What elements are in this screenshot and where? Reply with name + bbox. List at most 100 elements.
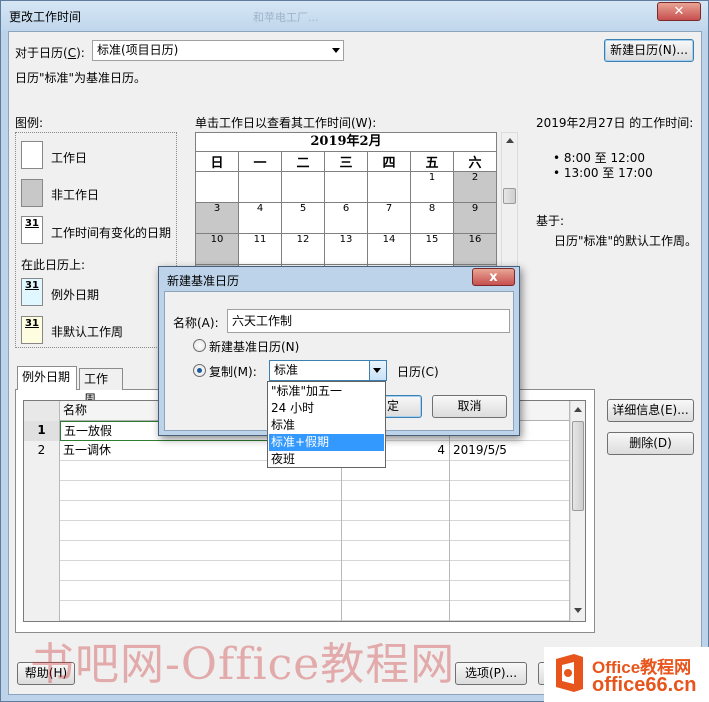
copy-calendar-select[interactable]: 标准 <box>269 360 387 381</box>
table-row[interactable] <box>24 561 570 581</box>
table-row[interactable] <box>24 541 570 561</box>
working-times-title: 2019年2月27日 的工作时间: <box>536 116 694 130</box>
cell-name[interactable] <box>60 561 342 581</box>
scrollbar-thumb[interactable] <box>572 421 584 511</box>
cell-start[interactable] <box>342 541 450 561</box>
cell-start[interactable] <box>342 601 450 621</box>
calendar-day[interactable]: 5 <box>281 202 325 234</box>
table-row[interactable] <box>24 601 570 621</box>
cell-start[interactable] <box>342 521 450 541</box>
cell-name[interactable] <box>60 501 342 521</box>
row-number[interactable] <box>24 461 60 481</box>
cell-finish[interactable] <box>450 581 570 601</box>
dialog-cancel-button[interactable]: 取消 <box>432 395 507 418</box>
table-row[interactable] <box>24 501 570 521</box>
row-number[interactable] <box>24 521 60 541</box>
tab-work-weeks[interactable]: 工作周 <box>79 368 123 406</box>
calendar-select[interactable]: 标准(项目日历) <box>92 40 344 61</box>
calendar-day[interactable]: 8 <box>410 202 454 234</box>
new-calendar-button[interactable]: 新建日历(N)... <box>604 39 694 62</box>
options-button[interactable]: 选项(P)... <box>455 662 527 685</box>
window-title: 更改工作时间 <box>9 10 82 24</box>
calendar-day[interactable]: 4 <box>238 202 282 234</box>
tab-exceptions[interactable]: 例外日期 <box>17 366 77 390</box>
cell-name[interactable] <box>60 541 342 561</box>
calendar-day[interactable]: 12 <box>281 233 325 265</box>
calendar-day[interactable]: 6 <box>324 202 368 234</box>
calendar-day[interactable]: 13 <box>324 233 368 265</box>
cell-finish[interactable] <box>450 461 570 481</box>
cell-name[interactable] <box>60 601 342 621</box>
dropdown-option[interactable]: 标准 <box>269 417 384 434</box>
copy-calendar-options[interactable]: "标准"加五一 24 小时 标准 标准+假期 夜班 <box>267 381 386 468</box>
legend-swatch-exception: 31 <box>21 278 43 306</box>
cell-start[interactable] <box>342 561 450 581</box>
row-number[interactable] <box>24 481 60 501</box>
legend-swatch-working <box>21 141 43 169</box>
row-number[interactable] <box>24 541 60 561</box>
calendar-day <box>281 171 325 203</box>
table-row[interactable] <box>24 481 570 501</box>
working-time-item: • 13:00 至 17:00 <box>553 166 653 180</box>
delete-button[interactable]: 删除(D) <box>607 432 694 455</box>
details-button[interactable]: 详细信息(E)... <box>607 399 694 422</box>
cell-finish[interactable] <box>450 541 570 561</box>
cell-finish[interactable]: 2019/5/5 <box>450 441 570 461</box>
legend-label: 工作时间有变化的日期 <box>51 226 172 240</box>
table-row[interactable] <box>24 581 570 601</box>
scrollbar-thumb[interactable] <box>503 188 516 204</box>
cell-finish[interactable] <box>450 501 570 521</box>
cell-name[interactable] <box>60 481 342 501</box>
dropdown-option[interactable]: 24 小时 <box>269 400 384 417</box>
table-row[interactable] <box>24 521 570 541</box>
dropdown-option[interactable]: 夜班 <box>269 451 384 468</box>
calendar-day[interactable]: 1 <box>410 171 454 203</box>
row-number[interactable] <box>24 581 60 601</box>
table-scrollbar[interactable] <box>570 401 585 621</box>
calendar-day[interactable]: 14 <box>367 233 411 265</box>
calendar-day[interactable]: 2 <box>453 171 497 203</box>
cell-start[interactable] <box>342 481 450 501</box>
row-number[interactable] <box>24 501 60 521</box>
cell-name[interactable] <box>60 521 342 541</box>
radio-new-base-calendar[interactable] <box>193 339 206 352</box>
cell-start[interactable] <box>342 581 450 601</box>
radio-copy[interactable] <box>193 364 206 377</box>
row-number[interactable]: 2 <box>24 441 60 461</box>
calendar-day <box>195 171 239 203</box>
window-close-button[interactable]: ✕ <box>657 2 701 21</box>
dropdown-option[interactable]: "标准"加五一 <box>269 383 384 400</box>
brand-logo: Office教程网 office66.cn <box>544 647 709 702</box>
row-number[interactable] <box>24 601 60 621</box>
cell-start[interactable] <box>342 501 450 521</box>
scroll-down-icon[interactable] <box>574 608 582 613</box>
dropdown-option-selected[interactable]: 标准+假期 <box>269 434 384 451</box>
calendar-day[interactable]: 7 <box>367 202 411 234</box>
scroll-up-icon[interactable] <box>574 407 582 412</box>
chevron-down-icon <box>373 368 381 373</box>
name-label: 名称(A): <box>173 316 219 330</box>
calendar-day[interactable]: 10 <box>195 233 239 265</box>
row-number[interactable] <box>24 561 60 581</box>
cell-finish[interactable] <box>450 481 570 501</box>
cell-finish[interactable] <box>450 601 570 621</box>
calendar-day[interactable]: 16 <box>453 233 497 265</box>
cell-name[interactable] <box>60 581 342 601</box>
radio-new-label: 新建基准日历(N) <box>209 340 300 354</box>
row-number[interactable]: 1 <box>24 421 60 441</box>
calendar-scrollbar[interactable] <box>501 132 518 282</box>
weekday-header: 五 <box>410 151 454 172</box>
column-header <box>24 401 60 421</box>
cell-finish[interactable] <box>450 521 570 541</box>
scroll-up-icon[interactable] <box>506 138 514 143</box>
calendar-day[interactable]: 9 <box>453 202 497 234</box>
weekday-header: 日 <box>195 151 239 172</box>
title-bar[interactable]: 更改工作时间 和苹电工厂... ✕ <box>1 1 708 31</box>
calendar-day[interactable]: 15 <box>410 233 454 265</box>
calendar-day[interactable]: 3 <box>195 202 239 234</box>
cell-finish[interactable] <box>450 561 570 581</box>
dialog-close-button[interactable]: x <box>472 268 515 286</box>
calendar-day[interactable]: 11 <box>238 233 282 265</box>
name-input[interactable]: 六天工作制 <box>227 309 510 333</box>
legend-swatch-changed: 31 <box>21 216 43 244</box>
